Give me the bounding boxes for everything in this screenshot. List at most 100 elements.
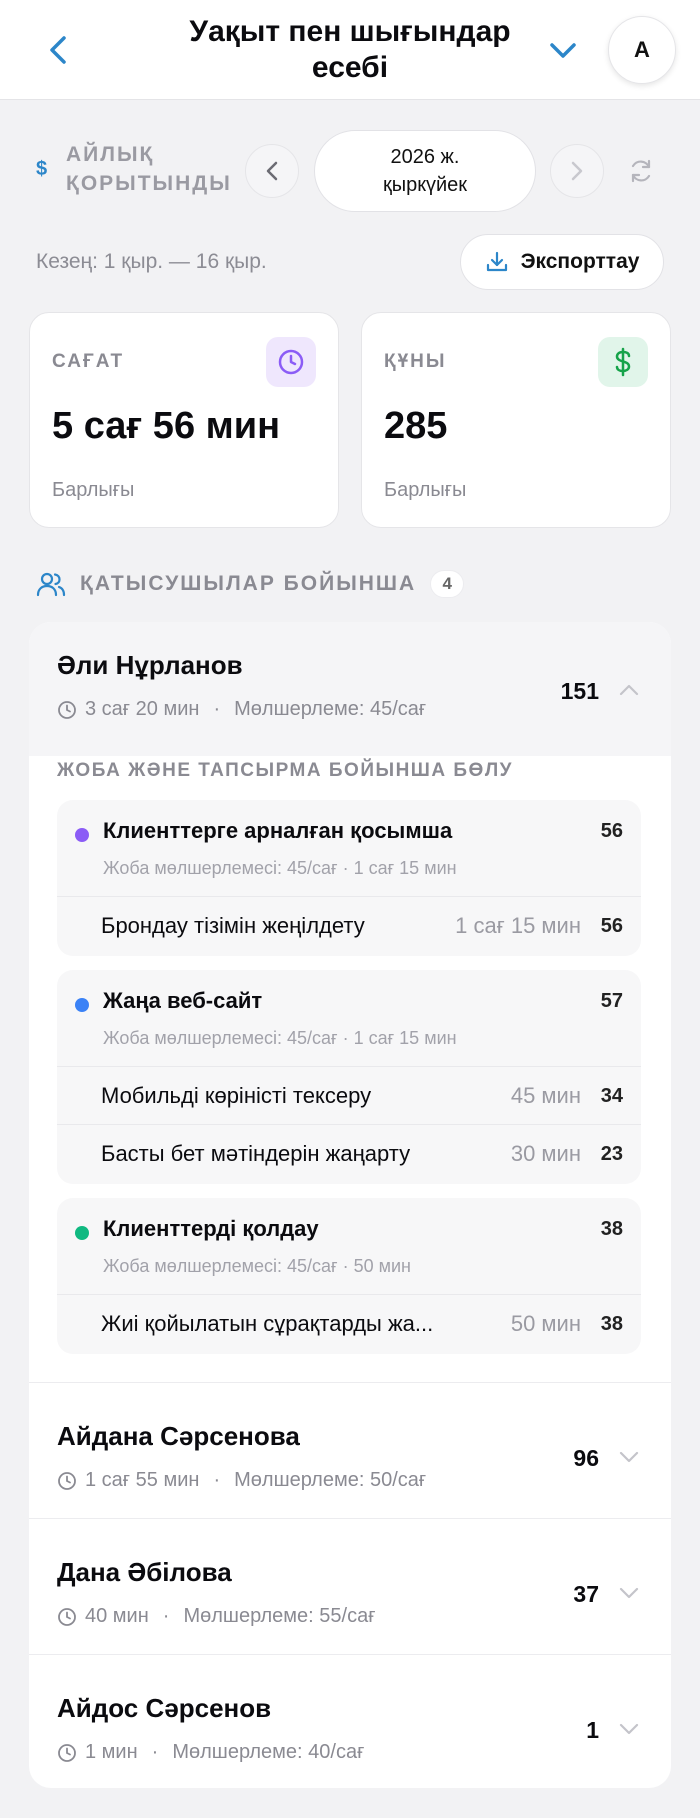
project-meta: Жоба мөлшерлемесі: 45/сағ · 50 мин [103, 1256, 411, 1276]
project-color-dot [75, 998, 89, 1012]
task-time: 50 мин [510, 1311, 581, 1336]
dollar-icon: $ [36, 157, 48, 180]
task-row: Мобильді көріністі тексеру 45 мин 34 [57, 1066, 641, 1124]
cost-card: ҚҰНЫ 285 Барлығы [361, 312, 671, 528]
task-row: Басты бет мәтіндерін жаңарту 30 мин 23 [57, 1124, 641, 1182]
participant-meta: 1 мин · Мөлшерлеме: 40/сағ [57, 1741, 364, 1764]
task-time: 30 мин [510, 1141, 581, 1166]
chevron-down-icon[interactable] [617, 1717, 641, 1741]
next-month-button[interactable] [550, 144, 604, 198]
users-icon [36, 572, 66, 597]
participant-amount: 1 [586, 1717, 599, 1743]
participant-amount: 37 [573, 1581, 599, 1607]
top-bar: Уақыт пен шығындар есебі A [0, 0, 700, 100]
participant-amount: 96 [573, 1445, 599, 1471]
page-title: Уақыт пен шығындар есебі [130, 14, 570, 86]
task-name: Брондау тізімін жеңілдету [101, 913, 365, 938]
period-month: қыркүйек [382, 174, 468, 196]
participant-meta: 1 сағ 55 мин · Мөлшерлеме: 50/сағ [57, 1469, 426, 1492]
project-card: Клиенттерді қолдау Жоба мөлшерлемесі: 45… [57, 1198, 641, 1354]
cost-card-value: 285 [384, 405, 448, 447]
participant-name: Әли Нұрланов [57, 650, 243, 680]
participant-row[interactable]: Айдана Сәрсенова 1 сағ 55 мин · Мөлшерле… [29, 1383, 671, 1517]
project-color-dot [75, 828, 89, 842]
export-button[interactable]: Экспорттау [460, 234, 664, 290]
hours-card-value: 5 сағ 56 мин [52, 405, 281, 447]
participants-section-header: ҚАТЫСУШЫЛАР БОЙЫНША 4 [36, 570, 465, 598]
project-color-dot [75, 1226, 89, 1240]
project-name: Клиенттерге арналған қосымша [103, 818, 453, 843]
chevron-right-icon [571, 161, 583, 181]
task-amount: 34 [600, 1085, 623, 1107]
chevron-down-icon[interactable] [617, 1581, 641, 1605]
participant-meta: 3 сағ 20 мин · Мөлшерлеме: 45/сағ [57, 698, 426, 721]
chevron-down-icon[interactable] [617, 1445, 641, 1469]
participant-amount: 151 [560, 678, 599, 704]
export-button-label: Экспорттау [520, 250, 640, 273]
participant-rate: Мөлшерлеме: 45/сағ [234, 698, 427, 720]
task-row: Брондау тізімін жеңілдету 1 сағ 15 мин 5… [57, 896, 641, 954]
avatar[interactable]: A [608, 16, 676, 84]
hours-card-sub: Барлығы [52, 479, 135, 501]
participant-rate: Мөлшерлеме: 55/сағ [183, 1605, 376, 1627]
clock-icon [58, 700, 76, 719]
participant-meta: 40 мин · Мөлшерлеме: 55/сағ [57, 1605, 376, 1628]
participant-time: 1 мин [85, 1741, 138, 1763]
project-amount: 56 [600, 820, 623, 842]
clock-icon [58, 1471, 76, 1490]
project-name: Клиенттерді қолдау [103, 1216, 319, 1241]
project-meta: Жоба мөлшерлемесі: 45/сағ · 1 сағ 15 мин [103, 1028, 457, 1048]
participant-time: 40 мин [85, 1605, 149, 1627]
project-card: Клиенттерге арналған қосымша Жоба мөлшер… [57, 800, 641, 956]
participant-row[interactable]: Айдос Сәрсенов 1 мин · Мөлшерлеме: 40/са… [29, 1655, 671, 1788]
chevron-left-icon [50, 36, 66, 64]
task-name: Мобильді көріністі тексеру [101, 1083, 372, 1108]
dollar-icon [598, 337, 648, 387]
cost-card-sub: Барлығы [384, 479, 467, 501]
page-title-line2: есебі [311, 51, 389, 84]
participant-name: Айдос Сәрсенов [57, 1693, 272, 1723]
period-selector[interactable]: 2026 ж. қыркүйек [314, 130, 536, 212]
participants-title: ҚАТЫСУШЫЛАР БОЙЫНША [80, 572, 417, 595]
participants-list: Әли Нұрланов 3 сағ 20 мин · Мөлшерлеме: … [29, 622, 671, 1788]
breakdown-title: ЖОБА ЖӘНЕ ТАПСЫРМА БОЙЫНША БӨЛУ [57, 760, 513, 781]
page-title-line1: Уақыт пен шығындар [189, 15, 511, 48]
participant-time: 3 сағ 20 мин [85, 698, 200, 720]
clock-icon [58, 1607, 76, 1626]
participant-row[interactable]: Әли Нұрланов 3 сағ 20 мин · Мөлшерлеме: … [29, 622, 671, 756]
clock-icon [58, 1743, 76, 1762]
chevron-down-icon [550, 43, 576, 58]
task-row: Жиі қойылатын сұрақтарды жа... 50 мин 38 [57, 1294, 641, 1352]
participant-name: Дана Әбілова [57, 1557, 232, 1587]
title-dropdown-button[interactable] [545, 34, 581, 66]
task-name: Жиі қойылатын сұрақтарды жа... [101, 1311, 434, 1336]
participant-rate: Мөлшерлеме: 40/сағ [172, 1741, 365, 1763]
chevron-up-icon[interactable] [617, 678, 641, 702]
task-name: Басты бет мәтіндерін жаңарту [101, 1141, 411, 1166]
task-amount: 38 [600, 1313, 623, 1335]
hours-card-label: САҒАТ [52, 351, 125, 372]
project-card: Жаңа веб-сайт Жоба мөлшерлемесі: 45/сағ … [57, 970, 641, 1184]
download-icon [486, 251, 507, 272]
project-amount: 38 [600, 1218, 623, 1240]
summary-label-line2: ҚОРЫТЫНДЫ [66, 172, 232, 195]
refresh-icon [631, 159, 651, 183]
task-amount: 56 [600, 915, 623, 937]
previous-month-button[interactable] [245, 144, 299, 198]
chevron-left-icon [266, 161, 278, 181]
cost-card-label: ҚҰНЫ [384, 351, 447, 372]
refresh-button[interactable] [624, 154, 658, 188]
participant-time: 1 сағ 55 мин [85, 1469, 200, 1491]
participant-row[interactable]: Дана Әбілова 40 мин · Мөлшерлеме: 55/сағ… [29, 1519, 671, 1653]
hours-card: САҒАТ 5 сағ 56 мин Барлығы [29, 312, 339, 528]
participant-rate: Мөлшерлеме: 50/сағ [234, 1469, 427, 1491]
summary-label-line1: АЙЛЫҚ [66, 143, 155, 166]
clock-icon [266, 337, 316, 387]
back-button[interactable] [40, 30, 76, 70]
participant-name: Айдана Сәрсенова [57, 1421, 300, 1451]
participants-count-badge: 4 [430, 570, 465, 598]
task-amount: 23 [600, 1143, 623, 1165]
project-amount: 57 [600, 990, 623, 1012]
monthly-summary-label: $ АЙЛЫҚ ҚОРЫТЫНДЫ [36, 140, 246, 198]
task-time: 1 сағ 15 мин [455, 913, 581, 938]
